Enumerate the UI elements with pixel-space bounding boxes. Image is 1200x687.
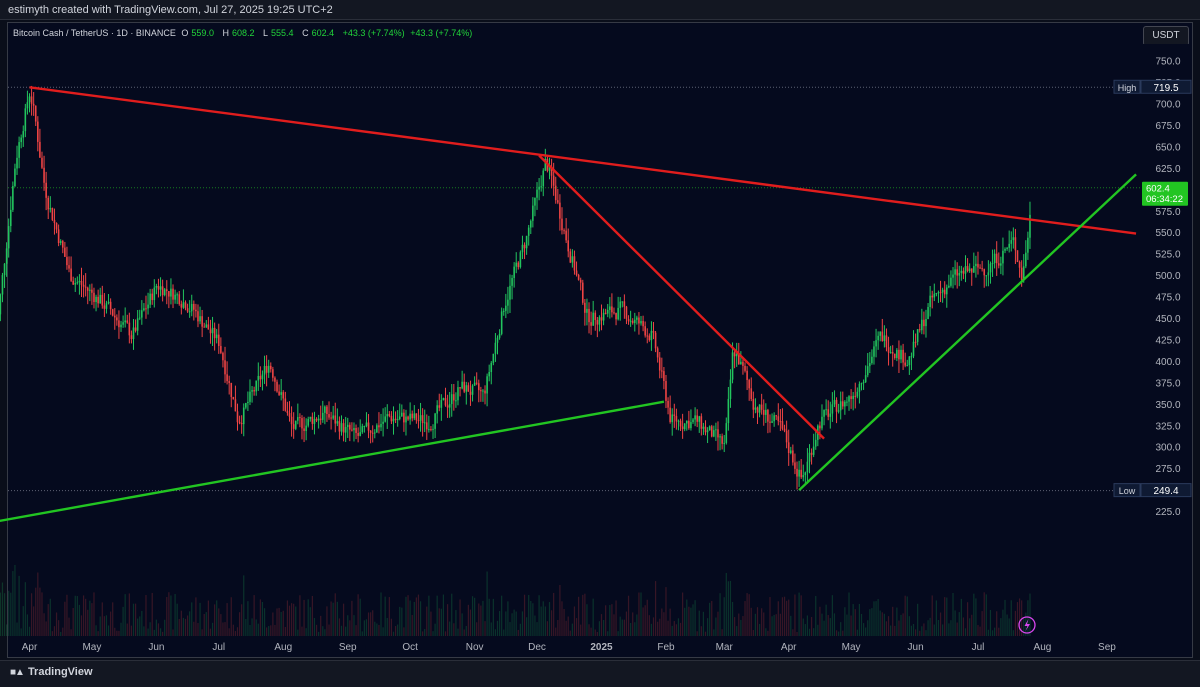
candle-body[interactable] — [3, 263, 6, 276]
volume-bar — [1, 582, 4, 636]
ohlc-low: L 555.4 — [263, 28, 294, 38]
currency-button[interactable]: USDT — [1143, 26, 1189, 46]
tradingview-logo-icon: ■▲ — [10, 666, 25, 678]
tradingview-logo: ■▲ TradingView — [10, 666, 93, 678]
ohlc-high: H 608.2 — [222, 28, 255, 38]
candle-body[interactable] — [0, 294, 2, 315]
ohlc-close: C 602.4 — [302, 28, 335, 38]
change-value-secondary: +43.3 (+7.74%) — [410, 28, 473, 38]
symbol-name[interactable]: Bitcoin Cash / TetherUS · 1D · BINANCE — [13, 28, 176, 38]
volume-bar — [0, 592, 1, 636]
change-value: +43.3 (+7.74%) — [342, 28, 405, 38]
footer-bar — [0, 660, 1200, 687]
chart-credit: estimyth created with TradingView.com, J… — [0, 0, 1200, 20]
ohlc-open: O 559.0 — [181, 28, 214, 38]
chart-frame[interactable] — [7, 22, 1193, 658]
symbol-legend: Bitcoin Cash / TetherUS · 1D · BINANCE O… — [13, 28, 475, 38]
volume-bar — [3, 593, 6, 636]
candle-body[interactable] — [1, 275, 4, 295]
